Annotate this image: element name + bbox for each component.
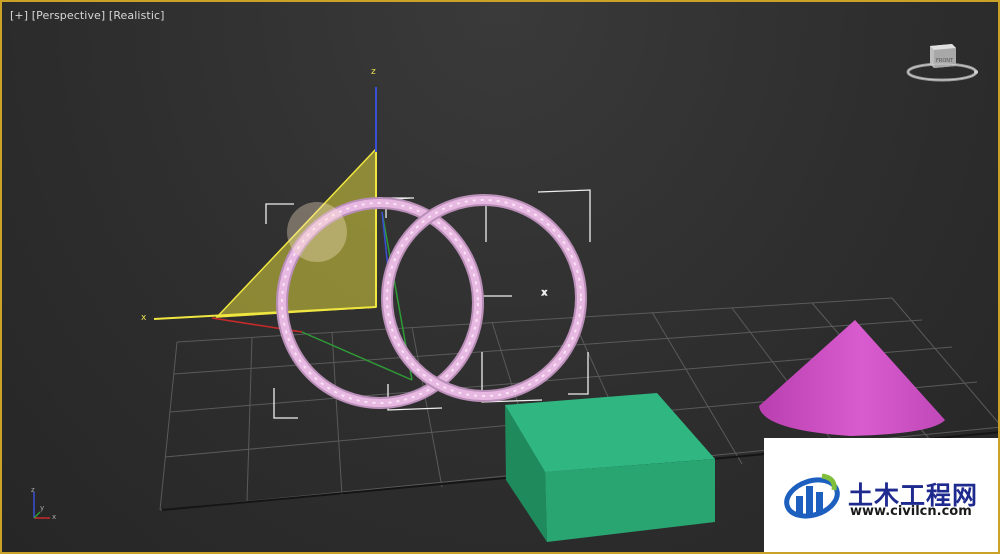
gizmo-z-label: z: [371, 67, 376, 77]
mini-y-label: y: [40, 504, 44, 512]
viewcube-face-label: FRONT: [936, 58, 954, 64]
torus-highlight: [287, 202, 347, 262]
mini-z-label: z: [31, 486, 35, 494]
torus-right[interactable]: [381, 194, 587, 402]
watermark-url-text: www.civilcn.com: [850, 504, 972, 519]
civilcn-logo-icon: [784, 473, 840, 519]
site-watermark: 土木工程网 www.civilcn.com: [764, 438, 998, 552]
mini-x-label: x: [52, 513, 56, 521]
perspective-viewport[interactable]: z x x [+] [Perspective] [Realistic] FRON…: [0, 0, 1000, 554]
viewport-menu-button[interactable]: [+]: [10, 9, 28, 22]
gizmo-x-label: x: [141, 313, 147, 323]
box-object[interactable]: [505, 393, 715, 542]
cone-object[interactable]: [759, 320, 945, 436]
viewcube-icon[interactable]: FRONT: [902, 36, 982, 91]
viewport-label-bar: [+] [Perspective] [Realistic]: [10, 9, 165, 22]
viewport-shading-button[interactable]: [Realistic]: [109, 9, 165, 22]
viewport-view-type-button[interactable]: [Perspective]: [32, 9, 106, 22]
axis-tripod-icon: z x y: [31, 486, 56, 521]
svg-text:x: x: [542, 288, 547, 297]
